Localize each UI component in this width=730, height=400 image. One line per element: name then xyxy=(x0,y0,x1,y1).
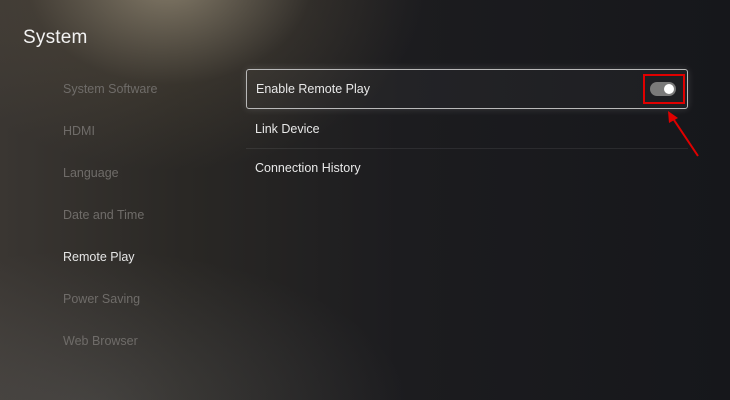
sidebar-item-date-and-time[interactable]: Date and Time xyxy=(63,208,144,222)
page-title: System xyxy=(23,27,88,48)
connection-history-row[interactable]: Connection History xyxy=(246,148,688,188)
enable-remote-play-row[interactable]: Enable Remote Play xyxy=(246,69,688,109)
link-device-row[interactable]: Link Device xyxy=(246,109,688,149)
sidebar-item-web-browser[interactable]: Web Browser xyxy=(63,334,138,348)
sidebar-item-system-software[interactable]: System Software xyxy=(63,82,157,96)
sidebar-item-hdmi[interactable]: HDMI xyxy=(63,124,95,138)
enable-remote-play-label: Enable Remote Play xyxy=(256,82,370,96)
sidebar-item-remote-play[interactable]: Remote Play xyxy=(63,250,135,264)
sidebar-item-power-saving[interactable]: Power Saving xyxy=(63,292,140,306)
link-device-label: Link Device xyxy=(255,121,320,136)
arrow-up-left-icon xyxy=(668,111,699,157)
sidebar-item-language[interactable]: Language xyxy=(63,166,119,180)
connection-history-label: Connection History xyxy=(255,161,361,175)
annotation-highlight-box xyxy=(643,74,685,104)
